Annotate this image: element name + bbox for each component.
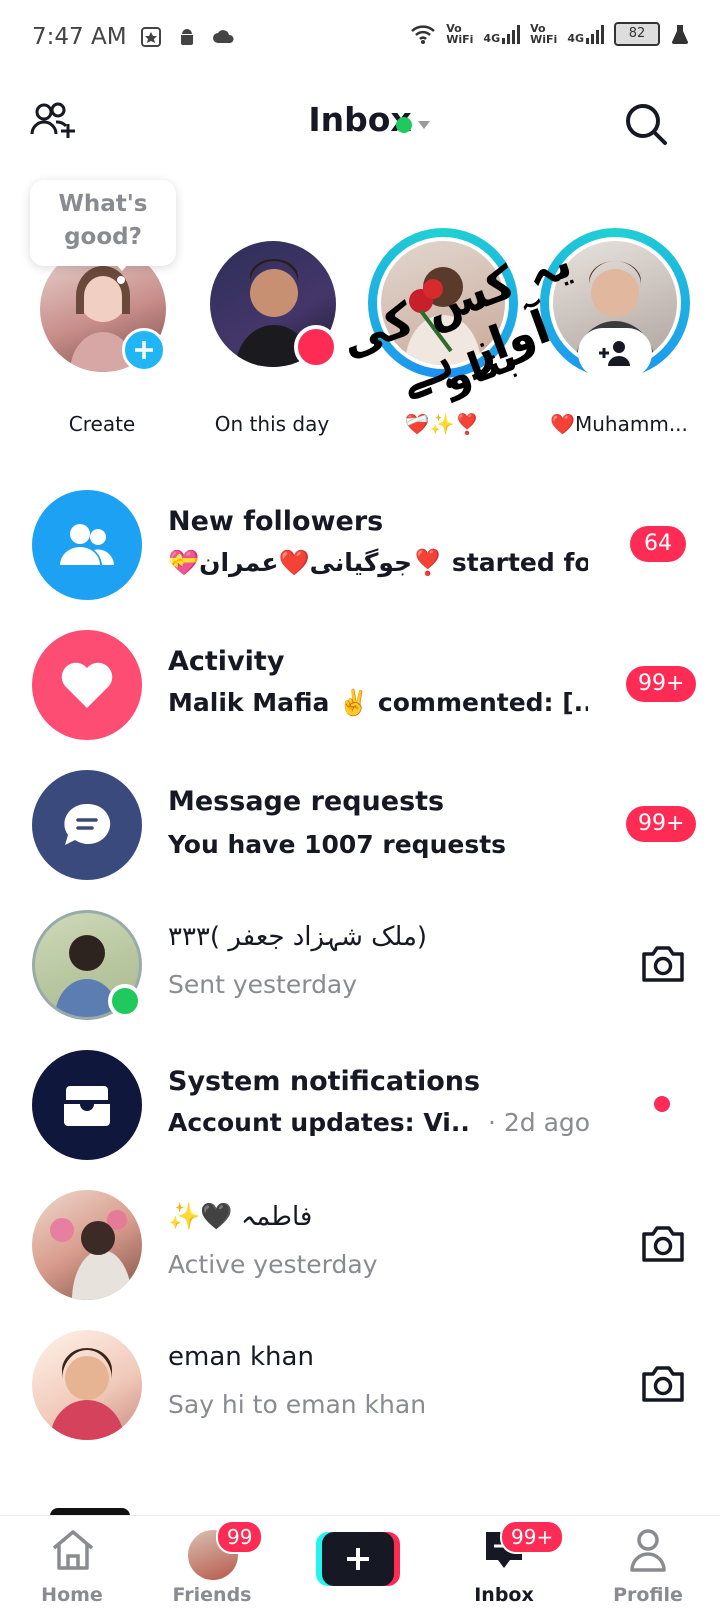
tooltip-tail bbox=[114, 262, 130, 271]
home-icon bbox=[52, 1530, 94, 1570]
avatar-photo bbox=[405, 267, 481, 365]
nav-home-label: Home bbox=[41, 1584, 103, 1606]
camera-button[interactable] bbox=[640, 944, 686, 988]
signal-bars-icon bbox=[502, 24, 521, 44]
search-button[interactable] bbox=[622, 100, 670, 148]
story-label-on-this-day: On this day bbox=[214, 412, 330, 436]
plus-icon bbox=[322, 1532, 394, 1586]
row-title: Activity bbox=[168, 646, 285, 677]
system-notifications-row[interactable]: System notifications Account updates: Vi… bbox=[0, 1044, 720, 1168]
nav-home[interactable]: Home bbox=[12, 1516, 132, 1613]
story-label-create: Create bbox=[68, 412, 136, 436]
chevron-down-icon[interactable] bbox=[418, 121, 430, 129]
message-requests-row[interactable]: Message requests You have 1007 requests … bbox=[0, 764, 720, 888]
signal-1: 4G bbox=[483, 24, 521, 44]
avatar bbox=[377, 237, 509, 369]
avatar bbox=[32, 1330, 142, 1440]
heart-icon bbox=[32, 630, 142, 740]
row-subtitle: Say hi to eman khan bbox=[168, 1390, 427, 1419]
message-bubble-icon bbox=[32, 770, 142, 880]
row-timestamp: · 2d ago bbox=[488, 1108, 591, 1137]
new-followers-row[interactable]: New followers 💝جوگیانی❤️عمران❣️ started … bbox=[0, 484, 720, 608]
story-label-3: ❤️‍🩹✨❣️ bbox=[404, 412, 480, 436]
chat-row[interactable]: eman khan Say hi to eman khan bbox=[0, 1324, 720, 1448]
camera-icon bbox=[642, 946, 684, 982]
battery-icon: 82 bbox=[614, 22, 660, 46]
story-ring-4[interactable] bbox=[540, 228, 690, 378]
online-status-dot bbox=[108, 984, 142, 1018]
volte-label-2: Vo WiFi bbox=[530, 22, 558, 46]
follow-user-button[interactable] bbox=[578, 328, 652, 378]
contact-name: eman khan bbox=[168, 1342, 314, 1372]
row-title: Message requests bbox=[168, 786, 445, 817]
avatar-photo bbox=[50, 1348, 124, 1440]
friends-badge: 99 bbox=[216, 1520, 264, 1554]
avatar bbox=[32, 1190, 142, 1300]
count-badge: 99+ bbox=[626, 806, 697, 842]
inbox-badge: 99+ bbox=[500, 1520, 565, 1554]
flask-icon bbox=[672, 25, 688, 44]
status-app-icons bbox=[140, 26, 236, 48]
cloud-icon bbox=[213, 30, 234, 43]
chat-row[interactable]: (ملک شہزاد جعفر )٣٣٣ Sent yesterday bbox=[0, 904, 720, 1028]
profile-icon bbox=[630, 1529, 666, 1572]
row-subtitle: Active yesterday bbox=[168, 1250, 378, 1279]
nav-inbox-label: Inbox bbox=[474, 1584, 534, 1606]
signal-bars-icon bbox=[586, 24, 604, 44]
camera-button[interactable] bbox=[640, 1224, 686, 1268]
story-ring-3[interactable] bbox=[368, 228, 518, 378]
unread-dot bbox=[654, 1096, 670, 1112]
row-subtitle: You have 1007 requests bbox=[168, 830, 507, 859]
activity-row[interactable]: Activity Malik Mafia ✌️ commented: [... … bbox=[0, 624, 720, 748]
search-icon bbox=[626, 104, 667, 145]
camera-button[interactable] bbox=[640, 1364, 686, 1408]
status-system-icons: Vo WiFi 4G Vo WiFi 4G 82 bbox=[410, 22, 690, 46]
volte-label-1: Vo WiFi bbox=[446, 22, 474, 46]
row-subtitle: Malik Mafia ✌️ commented: [... bbox=[168, 688, 588, 717]
row-subtitle: Account updates: Vi... bbox=[168, 1108, 468, 1137]
status-bar: 7:47 AM Vo WiFi 4G Vo WiFi 4G 82 bbox=[0, 0, 720, 80]
page-title: Inbox bbox=[308, 100, 412, 139]
row-title: System notifications bbox=[168, 1066, 481, 1097]
story-on-this-day[interactable] bbox=[210, 241, 338, 369]
status-tooltip[interactable]: What's good? bbox=[30, 180, 176, 266]
count-badge: 99+ bbox=[626, 666, 697, 702]
camera-icon bbox=[642, 1226, 684, 1262]
tooltip-dot bbox=[117, 276, 125, 284]
avatar-photo bbox=[50, 1210, 132, 1300]
row-subtitle: Sent yesterday bbox=[168, 970, 358, 999]
nav-profile[interactable]: Profile bbox=[588, 1516, 708, 1613]
count-badge: 64 bbox=[630, 526, 686, 562]
row-title: New followers bbox=[168, 506, 384, 537]
plus-icon bbox=[122, 328, 166, 372]
create-post-button[interactable] bbox=[316, 1532, 402, 1588]
android-icon bbox=[181, 29, 193, 45]
nav-inbox[interactable]: 99+ Inbox bbox=[444, 1516, 565, 1613]
inbox-tray-icon bbox=[32, 1050, 142, 1160]
online-status-dot[interactable] bbox=[396, 117, 412, 133]
memory-indicator-icon bbox=[294, 325, 338, 369]
row-subtitle: 💝جوگیانی❤️عمران❣️ started fo... bbox=[168, 548, 588, 577]
nav-profile-label: Profile bbox=[613, 1584, 683, 1606]
story-label-4: ❤️Muhamm... bbox=[550, 412, 688, 436]
bottom-nav: Home 99 Friends 99+ Inbox Profile bbox=[0, 1515, 720, 1613]
status-time: 7:47 AM bbox=[32, 24, 127, 50]
nav-friends[interactable]: 99 Friends bbox=[152, 1516, 272, 1613]
camera-icon bbox=[642, 1366, 684, 1402]
followers-icon bbox=[32, 490, 142, 600]
chat-row[interactable]: ✨🖤 فاطمہ Active yesterday bbox=[0, 1184, 720, 1308]
signal-2: 4G bbox=[567, 24, 604, 44]
wifi-icon bbox=[411, 25, 436, 44]
contact-name: (ملک شہزاد جعفر )٣٣٣ bbox=[168, 922, 428, 952]
add-user-icon bbox=[599, 341, 630, 366]
nav-friends-label: Friends bbox=[172, 1584, 252, 1606]
contact-name: ✨🖤 فاطمہ bbox=[168, 1202, 313, 1232]
app-notification-icon bbox=[141, 27, 161, 47]
